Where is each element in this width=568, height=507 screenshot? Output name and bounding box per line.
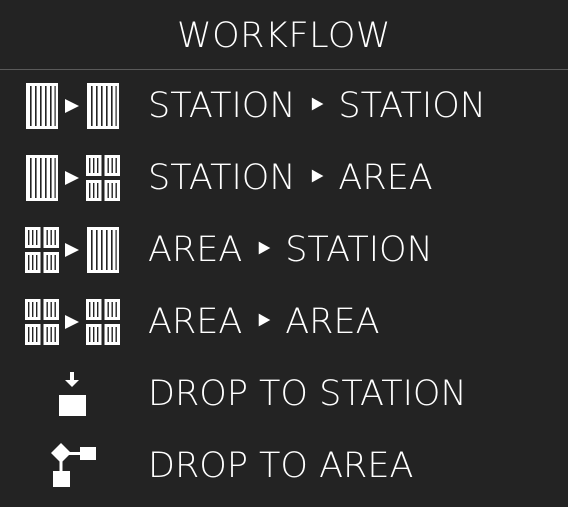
menu-title: WORKFLOW xyxy=(177,15,391,56)
workflow-options-list: STATION ‣ STATION STATION ‣ AREA AREA ‣ … xyxy=(0,70,568,502)
station-to-station-icon xyxy=(0,81,148,131)
menu-item-label: STATION ‣ AREA xyxy=(148,158,433,198)
menu-item-station-to-station[interactable]: STATION ‣ STATION xyxy=(0,70,568,142)
menu-item-drop-to-station[interactable]: DROP TO STATION xyxy=(0,358,568,430)
menu-item-label: STATION ‣ STATION xyxy=(148,86,486,126)
area-to-station-icon xyxy=(0,225,148,275)
menu-item-label: AREA ‣ STATION xyxy=(148,230,433,270)
menu-item-station-to-area[interactable]: STATION ‣ AREA xyxy=(0,142,568,214)
menu-header: WORKFLOW xyxy=(0,0,568,70)
menu-item-area-to-station[interactable]: AREA ‣ STATION xyxy=(0,214,568,286)
drop-to-area-icon xyxy=(0,441,148,491)
station-to-area-icon xyxy=(0,153,148,203)
drop-to-station-icon xyxy=(0,369,148,419)
workflow-menu: WORKFLOW STATION ‣ STATION STATION ‣ ARE… xyxy=(0,0,568,507)
menu-item-area-to-area[interactable]: AREA ‣ AREA xyxy=(0,286,568,358)
menu-item-label: DROP TO AREA xyxy=(148,446,414,486)
area-to-area-icon xyxy=(0,297,148,347)
menu-item-label: DROP TO STATION xyxy=(148,374,467,414)
menu-item-label: AREA ‣ AREA xyxy=(148,302,380,342)
menu-item-drop-to-area[interactable]: DROP TO AREA xyxy=(0,430,568,502)
